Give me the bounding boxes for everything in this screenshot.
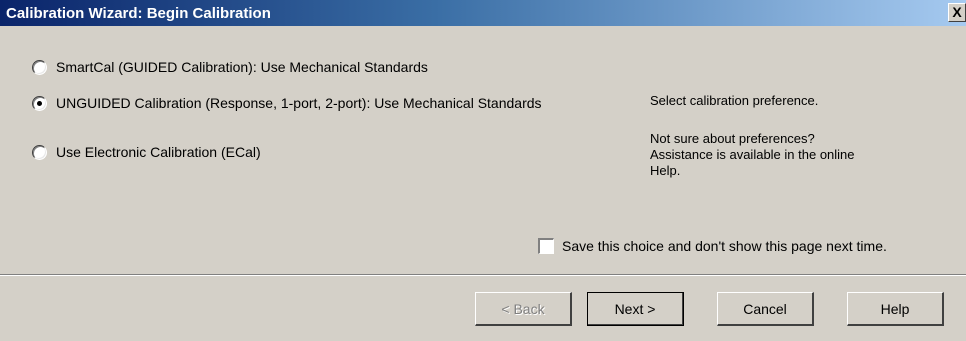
- radio-label: Use Electronic Calibration (ECal): [56, 144, 261, 160]
- help-hint: Not sure about preferences? Assistance i…: [650, 131, 855, 179]
- radio-label: UNGUIDED Calibration (Response, 1-port, …: [56, 95, 542, 111]
- save-choice-option[interactable]: Save this choice and don't show this pag…: [538, 238, 887, 254]
- separator: [0, 274, 966, 276]
- back-button[interactable]: < Back: [475, 292, 572, 326]
- radio-label: SmartCal (GUIDED Calibration): Use Mecha…: [56, 59, 428, 75]
- radio-option-unguided[interactable]: UNGUIDED Calibration (Response, 1-port, …: [32, 95, 542, 111]
- next-button[interactable]: Next >: [587, 292, 684, 326]
- radio-button[interactable]: [32, 59, 47, 75]
- radio-button[interactable]: [32, 144, 47, 160]
- help-hint-line: Assistance is available in the online: [650, 147, 855, 162]
- window-title: Calibration Wizard: Begin Calibration: [6, 4, 271, 22]
- help-hint-line: Not sure about preferences?: [650, 131, 815, 146]
- help-button[interactable]: Help: [847, 292, 944, 326]
- title-bar: Calibration Wizard: Begin Calibration X: [0, 0, 966, 26]
- close-icon[interactable]: X: [948, 3, 966, 22]
- help-hint-line: Help.: [650, 163, 681, 178]
- radio-option-ecal[interactable]: Use Electronic Calibration (ECal): [32, 144, 261, 160]
- save-choice-label: Save this choice and don't show this pag…: [562, 238, 887, 254]
- prompt-text: Select calibration preference.: [650, 93, 819, 108]
- radio-option-smartcal[interactable]: SmartCal (GUIDED Calibration): Use Mecha…: [32, 59, 428, 75]
- save-choice-checkbox[interactable]: [538, 238, 554, 254]
- radio-button[interactable]: [32, 95, 47, 111]
- cancel-button[interactable]: Cancel: [717, 292, 814, 326]
